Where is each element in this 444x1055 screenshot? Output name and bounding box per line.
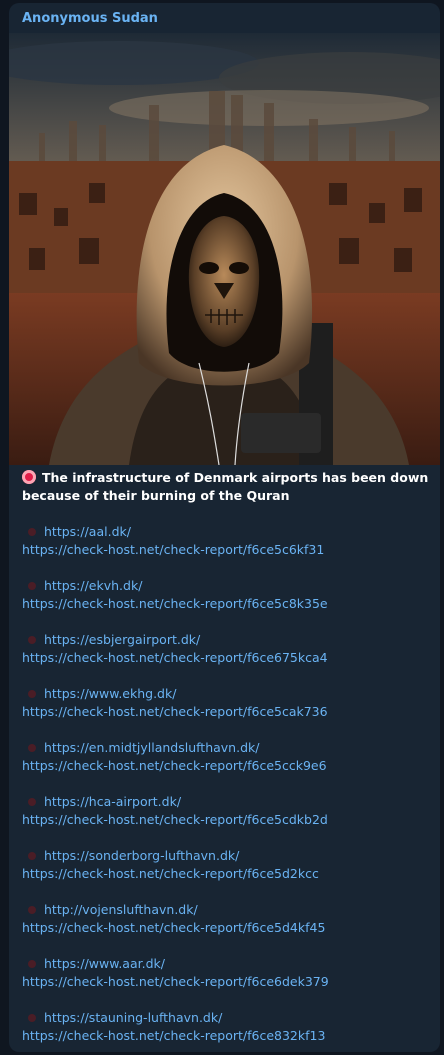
entry-report-line: https://check-host.net/check-report/f6ce… xyxy=(22,973,432,991)
entry-site-line: https://www.ekhg.dk/ xyxy=(22,685,432,703)
entry-site-line: http://vojenslufthavn.dk/ xyxy=(22,901,432,919)
site-link[interactable]: https://en.midtjyllandslufthavn.dk/ xyxy=(44,740,259,755)
red-dot-icon xyxy=(28,744,36,752)
check-report-link[interactable]: https://check-host.net/check-report/f6ce… xyxy=(22,758,327,773)
site-link[interactable]: https://ekvh.dk/ xyxy=(44,578,142,593)
red-dot-icon xyxy=(28,690,36,698)
site-link[interactable]: https://hca-airport.dk/ xyxy=(44,794,181,809)
entry-report-line: https://check-host.net/check-report/f6ce… xyxy=(22,919,432,937)
site-link[interactable]: http://vojenslufthavn.dk/ xyxy=(44,902,198,917)
check-report-link[interactable]: https://check-host.net/check-report/f6ce… xyxy=(22,650,328,665)
red-dot-icon xyxy=(28,798,36,806)
list-item: https://aal.dk/https://check-host.net/ch… xyxy=(22,523,432,559)
message-photo[interactable] xyxy=(9,33,440,465)
entry-report-line: https://check-host.net/check-report/f6ce… xyxy=(22,1027,432,1045)
list-item: https://esbjergairport.dk/https://check-… xyxy=(22,631,432,667)
red-dot-icon xyxy=(28,852,36,860)
entry-report-line: https://check-host.net/check-report/f6ce… xyxy=(22,811,432,829)
check-report-link[interactable]: https://check-host.net/check-report/f6ce… xyxy=(22,542,324,557)
list-item: https://www.ekhg.dk/https://check-host.n… xyxy=(22,685,432,721)
sender-name[interactable]: Anonymous Sudan xyxy=(22,11,158,26)
list-item: https://sonderborg-lufthavn.dk/https://c… xyxy=(22,847,432,883)
headline: The infrastructure of Denmark airports h… xyxy=(22,469,432,505)
site-link[interactable]: https://stauning-lufthavn.dk/ xyxy=(44,1010,222,1025)
red-circle-emoji-icon xyxy=(22,470,36,484)
red-dot-icon xyxy=(28,582,36,590)
entry-report-line: https://check-host.net/check-report/f6ce… xyxy=(22,649,432,667)
entry-site-line: https://sonderborg-lufthavn.dk/ xyxy=(22,847,432,865)
site-link[interactable]: https://aal.dk/ xyxy=(44,524,131,539)
entry-site-line: https://en.midtjyllandslufthavn.dk/ xyxy=(22,739,432,757)
headline-text: The infrastructure of Denmark airports h… xyxy=(22,470,429,503)
entry-site-line: https://aal.dk/ xyxy=(22,523,432,541)
red-dot-icon xyxy=(28,528,36,536)
entry-report-line: https://check-host.net/check-report/f6ce… xyxy=(22,541,432,559)
message-text: The infrastructure of Denmark airports h… xyxy=(22,469,432,1045)
message-bubble: Anonymous Sudan The infrastructure of De… xyxy=(9,3,440,1052)
check-report-link[interactable]: https://check-host.net/check-report/f6ce… xyxy=(22,866,319,881)
check-report-link[interactable]: https://check-host.net/check-report/f6ce… xyxy=(22,812,328,827)
entry-site-line: https://stauning-lufthavn.dk/ xyxy=(22,1009,432,1027)
red-dot-icon xyxy=(28,636,36,644)
list-item: https://stauning-lufthavn.dk/https://che… xyxy=(22,1009,432,1045)
red-dot-icon xyxy=(28,960,36,968)
entry-site-line: https://ekvh.dk/ xyxy=(22,577,432,595)
red-dot-icon xyxy=(28,1014,36,1022)
check-report-link[interactable]: https://check-host.net/check-report/f6ce… xyxy=(22,704,328,719)
site-link[interactable]: https://www.ekhg.dk/ xyxy=(44,686,176,701)
check-report-link[interactable]: https://check-host.net/check-report/f6ce… xyxy=(22,1028,325,1043)
site-link[interactable]: https://www.aar.dk/ xyxy=(44,956,165,971)
entry-report-line: https://check-host.net/check-report/f6ce… xyxy=(22,865,432,883)
entry-report-line: https://check-host.net/check-report/f6ce… xyxy=(22,703,432,721)
red-dot-icon xyxy=(28,906,36,914)
check-report-link[interactable]: https://check-host.net/check-report/f6ce… xyxy=(22,596,328,611)
entry-site-line: https://hca-airport.dk/ xyxy=(22,793,432,811)
list-item: https://hca-airport.dk/https://check-hos… xyxy=(22,793,432,829)
hooded-figure-image xyxy=(9,33,440,465)
list-item: https://www.aar.dk/https://check-host.ne… xyxy=(22,955,432,991)
site-link[interactable]: https://sonderborg-lufthavn.dk/ xyxy=(44,848,239,863)
check-report-link[interactable]: https://check-host.net/check-report/f6ce… xyxy=(22,974,329,989)
list-item: https://en.midtjyllandslufthavn.dk/https… xyxy=(22,739,432,775)
list-item: https://ekvh.dk/https://check-host.net/c… xyxy=(22,577,432,613)
site-link[interactable]: https://esbjergairport.dk/ xyxy=(44,632,200,647)
entry-site-line: https://esbjergairport.dk/ xyxy=(22,631,432,649)
entry-list: https://aal.dk/https://check-host.net/ch… xyxy=(22,523,432,1045)
entry-site-line: https://www.aar.dk/ xyxy=(22,955,432,973)
check-report-link[interactable]: https://check-host.net/check-report/f6ce… xyxy=(22,920,325,935)
entry-report-line: https://check-host.net/check-report/f6ce… xyxy=(22,757,432,775)
list-item: http://vojenslufthavn.dk/https://check-h… xyxy=(22,901,432,937)
entry-report-line: https://check-host.net/check-report/f6ce… xyxy=(22,595,432,613)
